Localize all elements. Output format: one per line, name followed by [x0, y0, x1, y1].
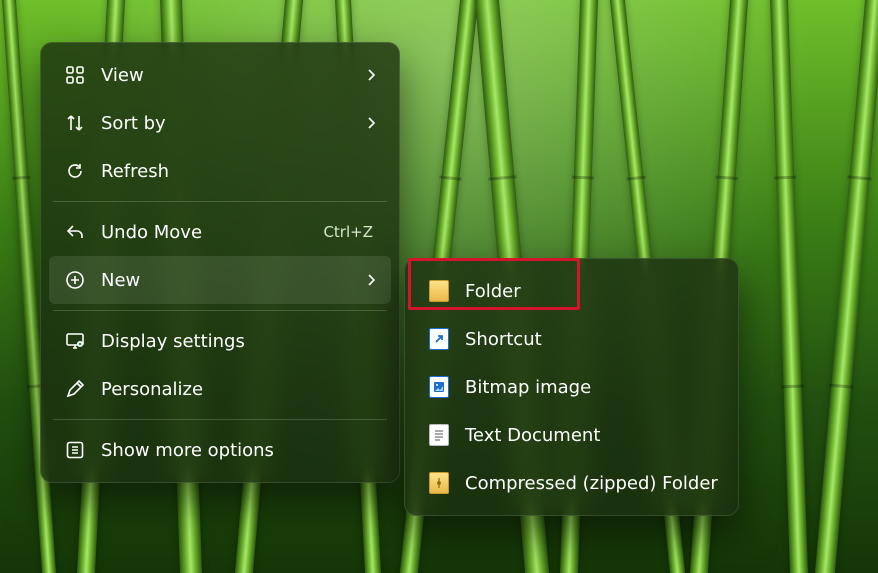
menu-item-label: Refresh — [101, 161, 379, 182]
refresh-icon — [61, 161, 89, 181]
menu-item-label: Personalize — [101, 379, 379, 400]
add-icon — [61, 270, 89, 290]
chevron-right-icon — [363, 68, 379, 82]
submenu-item-shortcut[interactable]: Shortcut — [413, 315, 730, 363]
submenu-item-text-document[interactable]: Text Document — [413, 411, 730, 459]
menu-item-display-settings[interactable]: Display settings — [49, 317, 391, 365]
view-icon — [61, 65, 89, 85]
menu-item-new[interactable]: New — [49, 256, 391, 304]
submenu-item-label: Bitmap image — [465, 377, 718, 398]
menu-separator — [53, 201, 387, 202]
chevron-right-icon — [363, 273, 379, 287]
display-icon — [61, 331, 89, 351]
menu-separator — [53, 310, 387, 311]
undo-icon — [61, 222, 89, 242]
menu-item-sort-by[interactable]: Sort by — [49, 99, 391, 147]
menu-separator — [53, 419, 387, 420]
folder-icon — [425, 280, 453, 302]
personalize-icon — [61, 379, 89, 399]
submenu-item-compressed-folder[interactable]: Compressed (zipped) Folder — [413, 459, 730, 507]
submenu-item-bitmap-image[interactable]: Bitmap image — [413, 363, 730, 411]
menu-item-shortcut: Ctrl+Z — [323, 223, 373, 241]
menu-item-label: Show more options — [101, 440, 379, 461]
bitmap-icon — [425, 376, 453, 398]
menu-item-refresh[interactable]: Refresh — [49, 147, 391, 195]
chevron-right-icon — [363, 116, 379, 130]
desktop-context-menu: View Sort by Refresh Undo Move — [40, 42, 400, 483]
new-submenu: Folder Shortcut Bitmap image Text Docume… — [404, 258, 739, 516]
menu-item-show-more-options[interactable]: Show more options — [49, 426, 391, 474]
submenu-item-folder[interactable]: Folder — [413, 267, 730, 315]
submenu-item-label: Folder — [465, 281, 718, 302]
sort-icon — [61, 113, 89, 133]
menu-item-label: Display settings — [101, 331, 379, 352]
submenu-item-label: Shortcut — [465, 329, 718, 350]
submenu-item-label: Compressed (zipped) Folder — [465, 473, 718, 494]
zip-folder-icon — [425, 472, 453, 494]
menu-item-view[interactable]: View — [49, 51, 391, 99]
more-options-icon — [61, 440, 89, 460]
menu-item-label: View — [101, 65, 363, 86]
menu-item-label: New — [101, 270, 363, 291]
text-document-icon — [425, 424, 453, 446]
shortcut-icon — [425, 328, 453, 350]
menu-item-label: Undo Move — [101, 222, 323, 243]
menu-item-label: Sort by — [101, 113, 363, 134]
submenu-item-label: Text Document — [465, 425, 718, 446]
menu-item-undo-move[interactable]: Undo Move Ctrl+Z — [49, 208, 391, 256]
menu-item-personalize[interactable]: Personalize — [49, 365, 391, 413]
